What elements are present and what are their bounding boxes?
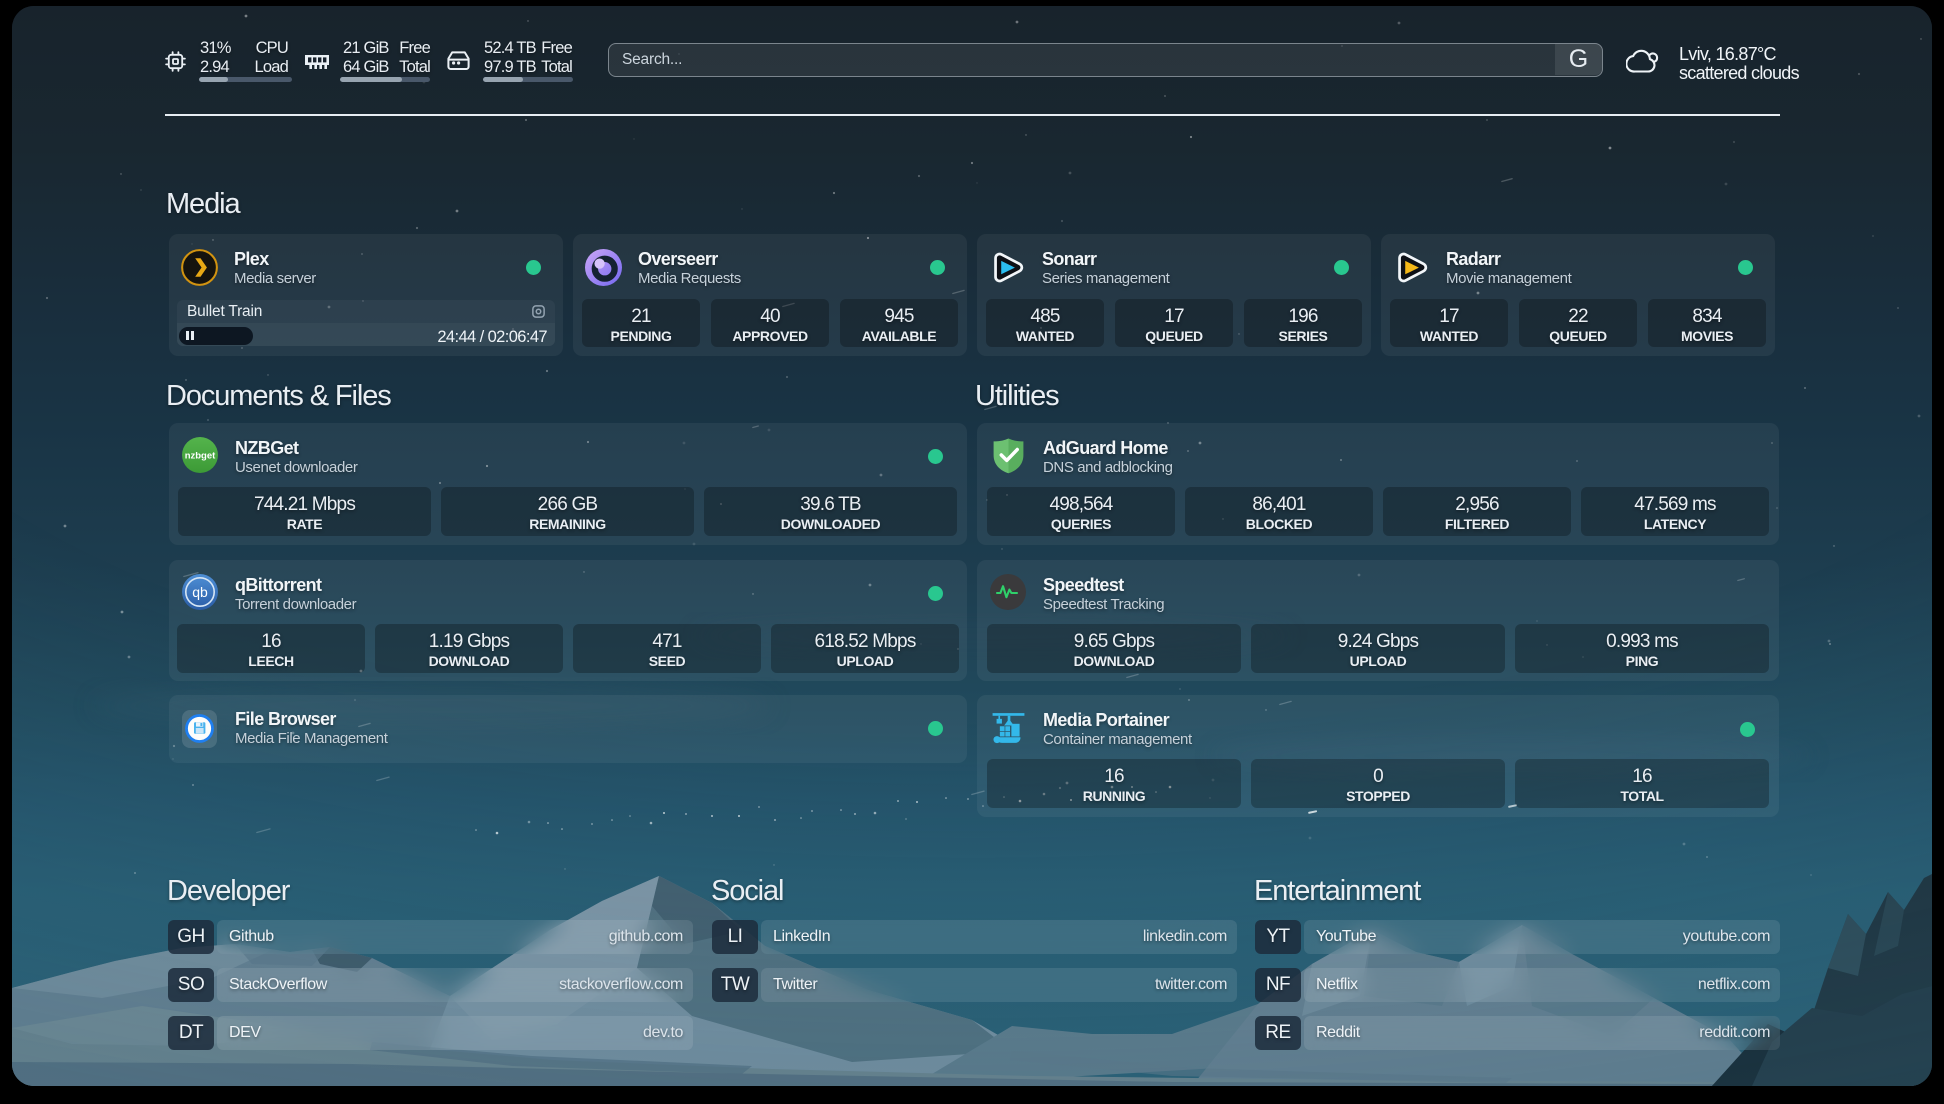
svg-text:qb: qb (192, 584, 208, 600)
svg-text:nzbget: nzbget (185, 451, 216, 462)
